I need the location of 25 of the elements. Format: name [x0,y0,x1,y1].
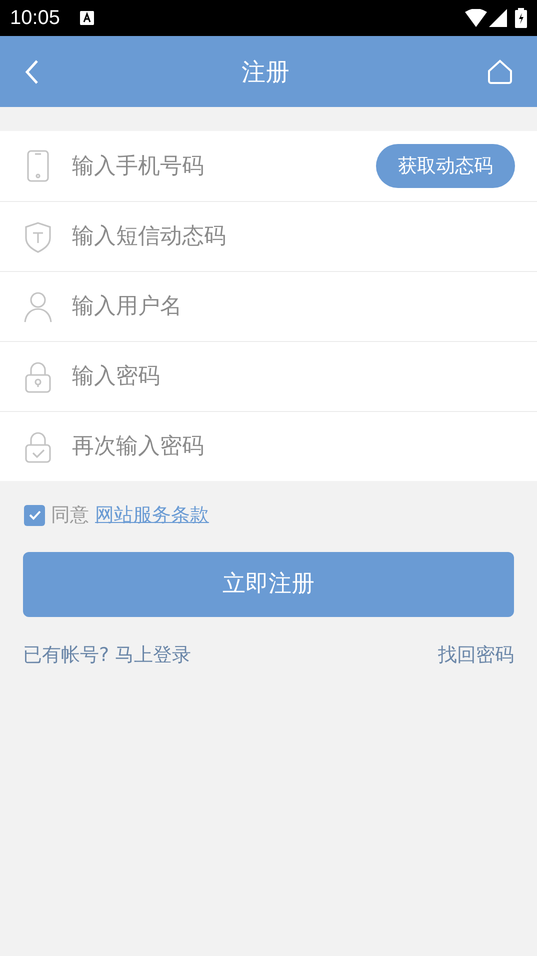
home-icon[interactable] [487,58,513,84]
checkmark-icon [28,510,40,520]
input-field[interactable]: 输入短信动态码 [72,216,515,256]
input-field[interactable]: 再次输入密码 [72,426,515,466]
recover-password-link[interactable]: 找回密码 [438,640,514,669]
register-button[interactable]: 立即注册 [23,552,514,616]
battery-icon [515,8,527,28]
status-time: 10:05 [10,6,60,31]
lock-icon [24,360,52,392]
page-title: 注册 [242,56,290,88]
agree-label: 同意 [51,503,89,528]
terms-link[interactable]: 网站服务条款 [95,501,209,530]
input-field[interactable]: 输入用户名 [72,286,515,326]
input-field[interactable]: 输入手机号码 [72,146,376,186]
shield-icon [24,220,52,252]
phone-icon [24,150,52,182]
user-icon [24,290,52,322]
wifi-icon [465,9,487,27]
input-field[interactable]: 输入密码 [72,356,515,396]
lock-check-icon [24,430,52,462]
notification-icon [80,11,94,25]
get-code-button[interactable]: 获取动态码 [376,144,515,188]
agree-checkbox[interactable] [24,504,45,526]
login-link[interactable]: 已有帐号? 马上登录 [23,640,192,669]
signal-icon [489,9,507,27]
